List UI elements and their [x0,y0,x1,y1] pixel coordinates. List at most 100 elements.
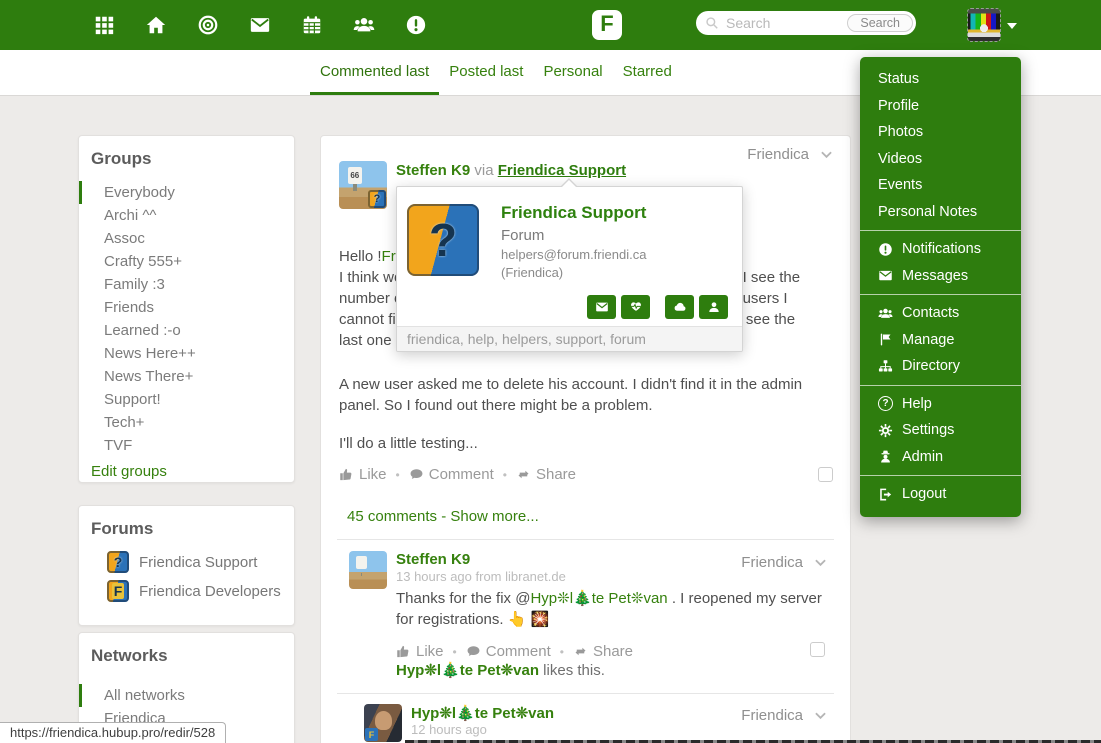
like-button[interactable]: Like [396,643,444,660]
forum-item-friendica-support[interactable]: ? Friendica Support [107,551,294,573]
group-item[interactable]: Friends [79,296,294,319]
menu-item-videos[interactable]: Videos [860,146,1021,173]
group-item[interactable]: Crafty 555+ [79,250,294,273]
post-author-name[interactable]: Steffen K9 [396,162,470,179]
edit-groups-link[interactable]: Edit groups [91,463,167,480]
search-button[interactable]: Search [847,14,913,32]
tab-starred[interactable]: Starred [613,50,682,95]
logout-icon [880,488,892,501]
menu-divider [860,230,1021,231]
menu-item-profile[interactable]: Profile [860,93,1021,120]
post-select-checkbox[interactable] [818,467,833,482]
group-item[interactable]: News There+ [79,365,294,388]
forums-panel: Forums ? Friendica Support F Friendica D… [78,505,295,626]
comment-author-name[interactable]: Hyp❊l🎄te Pet❊van [411,704,554,722]
group-item[interactable]: Tech+ [79,411,294,434]
friendica-app: F Search Commented last Posted last Pers… [0,0,1101,743]
network-posts-button[interactable] [665,295,694,319]
post-network-dropdown[interactable]: Friendica [747,146,832,163]
messages-icon [879,271,892,281]
portrait [375,711,392,730]
separator: • [395,467,400,482]
hovercard-avatar[interactable]: ? [407,204,479,276]
hovercard-address: helpers@forum.friendi.ca [501,247,647,262]
comment-author-avatar[interactable]: F [364,704,402,742]
menu-item-status[interactable]: Status [860,66,1021,93]
groups-title: Groups [91,149,152,168]
forum-badge-icon: ? [368,190,386,208]
network-label: Friendica [747,146,809,163]
user-avatar[interactable] [967,8,1001,42]
post-author-avatar[interactable]: 66 ? [339,161,387,209]
friendica-logo[interactable]: F [592,10,622,40]
network-item-all[interactable]: All networks [79,684,294,707]
menu-item-notifications[interactable]: Notifications [860,236,1021,263]
group-item[interactable]: Assoc [79,227,294,250]
post-body-para2: A new user asked me to delete his accoun… [339,376,803,414]
post-forum-link[interactable]: Friendica Support [498,162,626,179]
messages-envelope-icon[interactable] [249,14,271,36]
menu-item-admin[interactable]: Admin [860,444,1021,471]
poke-button[interactable] [621,295,650,319]
group-item[interactable]: Everybody [79,181,294,204]
tab-posted-last[interactable]: Posted last [439,50,533,95]
route66-sign [355,555,368,570]
group-item[interactable]: News Here++ [79,342,294,365]
menu-item-directory[interactable]: Directory [860,353,1021,380]
network-label: Friendica [741,554,803,571]
comment-button[interactable]: Comment [466,643,551,660]
comment-select-checkbox[interactable] [810,642,825,657]
separator: • [559,644,564,659]
tab-commented-last[interactable]: Commented last [310,50,440,95]
search-input[interactable] [726,11,856,35]
chevron-down-icon [821,151,832,158]
hovercard-network: (Friendica) [501,265,564,280]
menu-item-events[interactable]: Events [860,172,1021,199]
like-button[interactable]: Like [339,466,387,483]
contacts-users-icon[interactable] [353,14,375,36]
network-bullseye-icon[interactable] [197,14,219,36]
comment-network-dropdown[interactable]: Friendica [741,707,826,724]
envelope-icon [595,302,608,312]
group-item[interactable]: TVF [79,434,294,457]
search-box: Search [696,11,916,35]
notifications-icon[interactable] [405,14,427,36]
forum-label: Friendica Developers [139,582,281,600]
menu-divider [860,475,1021,476]
liker-name[interactable]: Hyp❊l🎄te Pet❊van [396,662,539,679]
group-item[interactable]: Learned :-o [79,319,294,342]
menu-divider [860,294,1021,295]
comment-author-avatar[interactable] [349,551,387,589]
user-menu-caret-icon[interactable] [1007,23,1017,29]
home-icon[interactable] [145,14,167,36]
menu-item-messages[interactable]: Messages [860,263,1021,290]
menu-item-photos[interactable]: Photos [860,119,1021,146]
view-profile-button[interactable] [699,295,728,319]
show-more-comments-link[interactable]: 45 comments - Show more... [347,508,539,525]
comment-button[interactable]: Comment [409,466,494,483]
menu-item-settings[interactable]: Settings [860,417,1021,444]
group-item[interactable]: Family :3 [79,273,294,296]
menu-item-manage[interactable]: Manage [860,327,1021,354]
hovercard-title[interactable]: Friendica Support [501,203,646,223]
menu-item-contacts[interactable]: Contacts [860,300,1021,327]
hovercard-account-type: Forum [501,227,545,244]
group-item[interactable]: Support! [79,388,294,411]
menu-item-logout[interactable]: Logout [860,481,1021,508]
chevron-down-icon [815,712,826,719]
hovercard-actions [587,295,728,319]
comment-network-dropdown[interactable]: Friendica [741,554,826,571]
comment-author-name[interactable]: Steffen K9 [396,551,470,568]
send-message-button[interactable] [587,295,616,319]
apps-grid-icon[interactable] [93,14,115,36]
tab-personal[interactable]: Personal [533,50,612,95]
share-button[interactable]: Share [573,643,633,660]
events-calendar-icon[interactable] [301,14,323,36]
forum-item-friendica-developers[interactable]: F Friendica Developers [107,580,294,602]
share-button[interactable]: Share [516,466,576,483]
menu-item-personal-notes[interactable]: Personal Notes [860,199,1021,226]
mention-link[interactable]: Hyp❊l🎄te Pet❊van [530,590,667,607]
comment-bubble-icon [410,469,423,479]
menu-item-help[interactable]: ? Help [860,391,1021,418]
group-item[interactable]: Archi ^^ [79,204,294,227]
